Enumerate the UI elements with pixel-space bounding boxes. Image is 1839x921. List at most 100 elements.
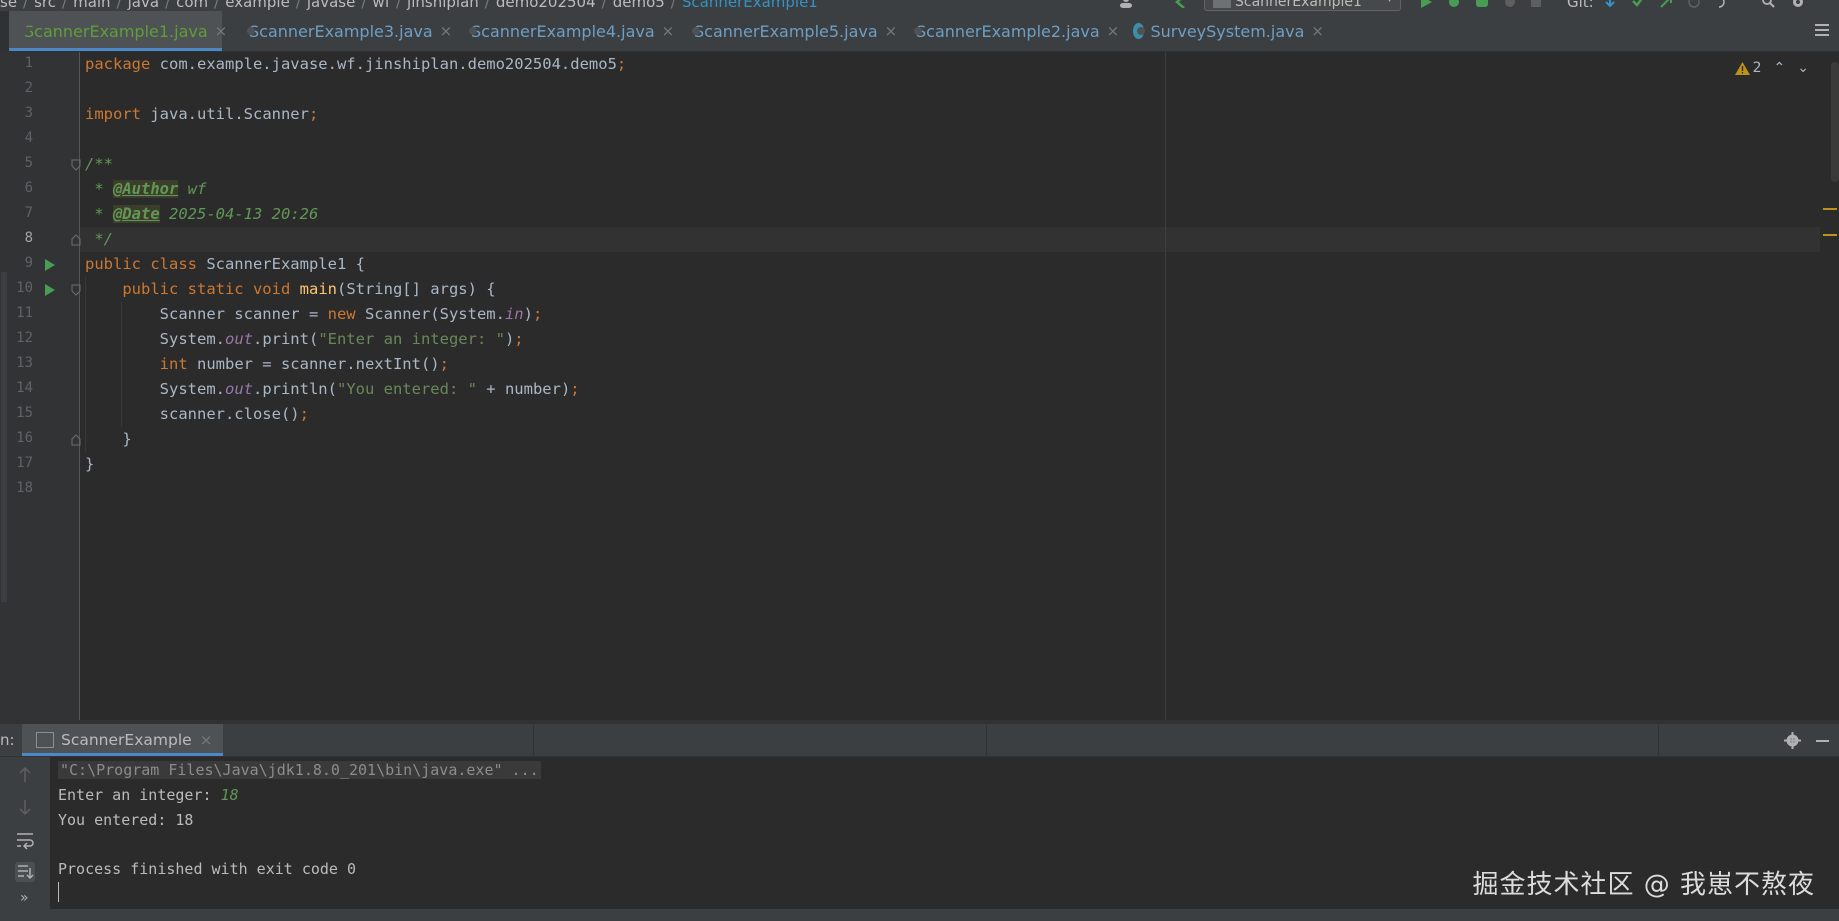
breadcrumb-item[interactable]: javase: [307, 0, 355, 11]
console-line-exit: Process finished with exit code 0: [58, 860, 357, 878]
line-number: 11: [16, 305, 33, 321]
rollback-icon[interactable]: [1715, 0, 1729, 8]
status-bar: [0, 909, 1839, 921]
code-area[interactable]: package com.example.javase.wf.jinshiplan…: [85, 52, 1785, 720]
profile-icon[interactable]: [1503, 0, 1517, 8]
line-number: 17: [16, 455, 33, 471]
doc-tag: @Date: [113, 205, 160, 223]
run-gutter-icon[interactable]: [44, 258, 56, 272]
warning-stripe-mark[interactable]: [1823, 208, 1837, 210]
fold-icon[interactable]: [71, 434, 81, 446]
console-line-command: "C:\Program Files\Java\jdk1.8.0_201\bin\…: [58, 758, 541, 783]
tab-scannerexample2[interactable]: ScannerExample2.java ×: [901, 11, 1120, 51]
warning-stripe-mark[interactable]: [1823, 234, 1837, 236]
tab-scannerexample4[interactable]: ScannerExample4.java ×: [456, 11, 675, 51]
console-line-output: You entered: 18: [58, 811, 194, 829]
arrow-up-icon[interactable]: [15, 765, 35, 785]
tab-scannerexample1[interactable]: ScannerExample1.java ×: [9, 11, 227, 51]
code-text: + number): [476, 380, 571, 398]
breadcrumb-item[interactable]: java: [128, 0, 159, 11]
close-icon[interactable]: ×: [1107, 22, 1120, 40]
header-separator: [533, 724, 534, 756]
run-tab-scannerexample[interactable]: ScannerExample ×: [22, 724, 223, 756]
keyword: import: [85, 105, 141, 123]
code-line-11: Scanner scanner = new Scanner(System.in)…: [85, 302, 543, 327]
code-text: ): [523, 305, 533, 323]
run-icon[interactable]: [1419, 0, 1433, 8]
tab-list-menu-icon[interactable]: [1813, 21, 1831, 39]
breadcrumb-item[interactable]: main: [73, 0, 110, 11]
breadcrumb-item[interactable]: src: [34, 0, 56, 11]
git-update-icon[interactable]: [1603, 0, 1617, 8]
code-line-12: System.out.print("Enter an integer: ");: [85, 327, 524, 352]
tab-scannerexample3[interactable]: ScannerExample3.java ×: [234, 11, 453, 51]
close-icon[interactable]: ×: [215, 22, 228, 40]
soft-wrap-icon[interactable]: [15, 830, 35, 850]
inspection-widget: 2 ⌃ ⌄: [1734, 60, 1809, 76]
code-line-14: System.out.println("You entered: " + num…: [85, 377, 580, 402]
search-icon[interactable]: [1761, 0, 1775, 8]
warning-icon: [1734, 61, 1750, 75]
doc-comment: wf: [178, 180, 207, 198]
close-icon[interactable]: ×: [440, 22, 453, 40]
doc-comment: *: [85, 180, 113, 198]
breadcrumb-item[interactable]: com: [176, 0, 208, 11]
chevron-down-icon[interactable]: ⌄: [1797, 60, 1809, 76]
code-line-3: import java.util.Scanner;: [85, 102, 318, 127]
close-icon[interactable]: ×: [885, 22, 898, 40]
arrow-down-icon[interactable]: [15, 797, 35, 817]
doc-tag: @Author: [113, 180, 179, 198]
coverage-icon[interactable]: [1475, 0, 1489, 8]
tab-surveysystem[interactable]: SurveySystem.java ×: [1124, 11, 1324, 51]
breadcrumb-item[interactable]: demo202504: [496, 0, 596, 11]
code-text: Scanner(System.: [355, 305, 505, 323]
settings-icon[interactable]: [1791, 0, 1805, 8]
keyword: int: [85, 355, 188, 373]
editor-gutter: 1 2 3 4 5 6 7 8 9 10 11 12 13 14 15 16 1…: [9, 52, 81, 720]
close-icon[interactable]: ×: [1311, 22, 1324, 40]
doc-comment: 2025-04-13 20:26: [159, 205, 319, 223]
code-line-15: scanner.close();: [85, 402, 309, 427]
keyword: public static void: [85, 280, 291, 298]
warning-counter[interactable]: 2: [1734, 60, 1762, 76]
git-push-icon[interactable]: [1659, 0, 1673, 8]
more-actions-icon[interactable]: »: [20, 890, 29, 906]
debug-icon[interactable]: [1447, 0, 1461, 8]
history-icon[interactable]: [1687, 0, 1701, 8]
breadcrumb-item-current[interactable]: ScannerExample1: [682, 0, 818, 11]
fold-icon[interactable]: [71, 284, 81, 296]
line-number: 3: [24, 105, 33, 121]
breadcrumb-item[interactable]: se: [0, 0, 17, 11]
fold-icon[interactable]: [71, 159, 81, 171]
code-line-1: package com.example.javase.wf.jinshiplan…: [85, 52, 626, 77]
scroll-to-end-icon[interactable]: [15, 862, 35, 882]
tab-label: ScannerExample5.java: [694, 21, 878, 41]
semicolon: ;: [616, 55, 627, 73]
breadcrumb-item[interactable]: example: [225, 0, 290, 11]
close-icon[interactable]: ×: [200, 731, 213, 749]
editor-scrollbar[interactable]: [1831, 62, 1839, 182]
static-field: out: [224, 380, 253, 398]
tab-scannerexample5[interactable]: ScannerExample5.java ×: [679, 11, 898, 51]
code-line-6: * @Author wf: [85, 177, 206, 202]
minimize-icon[interactable]: [1814, 732, 1831, 749]
gear-icon[interactable]: [1784, 732, 1801, 749]
back-arrow-icon[interactable]: [1174, 0, 1188, 8]
breadcrumb-item[interactable]: wf: [372, 0, 390, 11]
java-command[interactable]: "C:\Program Files\Java\jdk1.8.0_201\bin\…: [58, 761, 541, 779]
code-editor[interactable]: 1 2 3 4 5 6 7 8 9 10 11 12 13 14 15 16 1…: [0, 52, 1839, 720]
code-text: Scanner scanner =: [85, 305, 328, 323]
stop-icon[interactable]: [1529, 0, 1543, 8]
user-icon[interactable]: [1119, 0, 1133, 8]
run-config-select[interactable]: ScannerExample1 ▾: [1204, 0, 1401, 11]
git-commit-icon[interactable]: [1631, 0, 1645, 8]
fold-icon[interactable]: [71, 234, 81, 246]
tab-label: ScannerExample2.java: [916, 21, 1100, 41]
breadcrumb-item[interactable]: jinshiplan: [407, 0, 479, 11]
header-separator: [1658, 724, 1659, 756]
warning-count: 2: [1752, 60, 1762, 76]
breadcrumb-item[interactable]: demo5: [613, 0, 665, 11]
run-gutter-icon[interactable]: [44, 283, 56, 297]
close-icon[interactable]: ×: [662, 22, 675, 40]
chevron-up-icon[interactable]: ⌃: [1774, 60, 1786, 76]
